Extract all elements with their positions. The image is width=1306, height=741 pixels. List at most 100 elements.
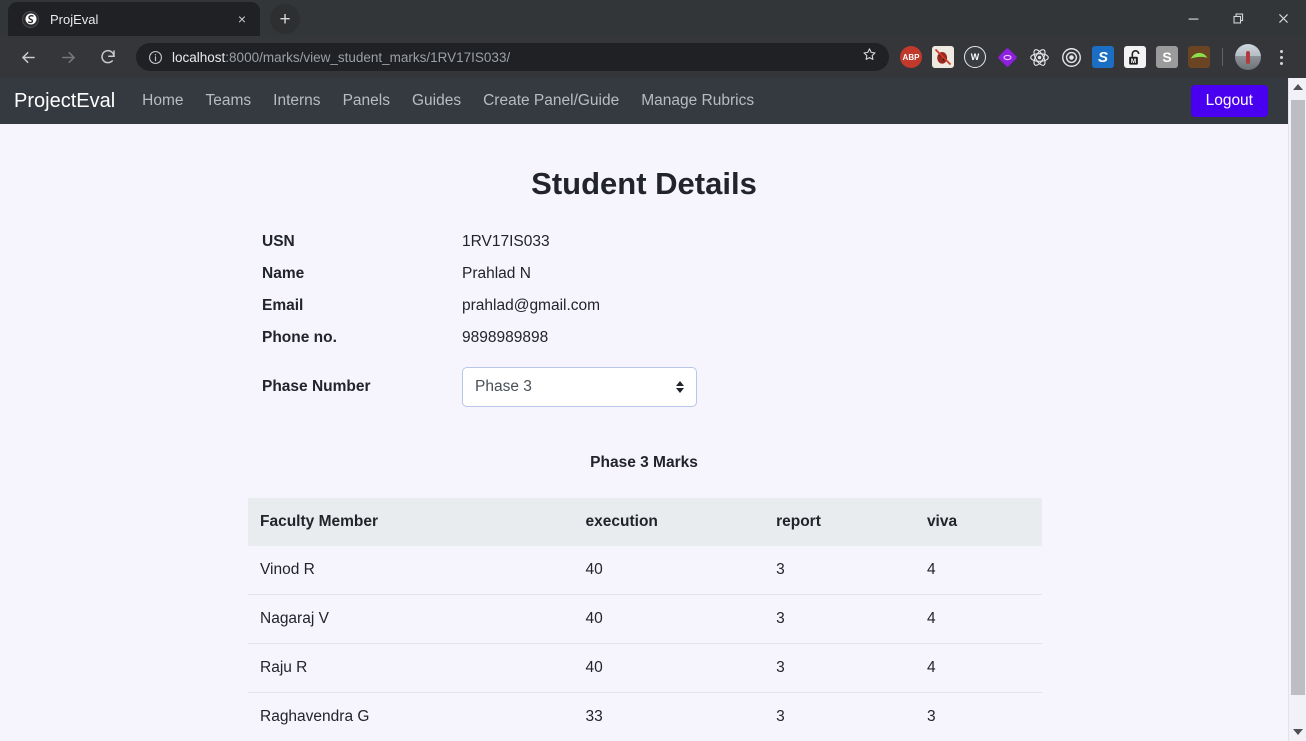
- tab-strip: ProjEval × +: [0, 0, 1306, 36]
- column-header-report: report: [764, 498, 915, 546]
- marks-table-head: Faculty Member execution report viva: [248, 498, 1042, 546]
- table-row: Raju R 40 3 4: [248, 643, 1042, 693]
- page-viewport: ProjectEval Home Teams Interns Panels Gu…: [0, 78, 1306, 741]
- nav-item-manage-rubrics[interactable]: Manage Rubrics: [630, 88, 765, 114]
- browser-tab[interactable]: ProjEval ×: [8, 2, 260, 36]
- phase-select[interactable]: Phase 3: [462, 367, 697, 407]
- url-text: localhost:8000/marks/view_student_marks/…: [172, 50, 510, 65]
- cell-report: 3: [776, 561, 785, 578]
- globe-icon: [22, 10, 39, 28]
- cell-report: 3: [764, 594, 915, 644]
- page-content: Student Details USN 1RV17IS033 Name Prah…: [0, 166, 1306, 741]
- phase-select-value: Phase 3: [475, 378, 532, 395]
- detail-value-usn: 1RV17IS033: [462, 233, 550, 250]
- detail-row-phone: Phone no. 9898989898: [262, 322, 1306, 354]
- student-details-list: USN 1RV17IS033 Name Prahlad N Email prah…: [0, 226, 1306, 354]
- cell-faculty: Nagaraj V: [248, 594, 574, 644]
- cell-viva: 4: [926, 561, 936, 578]
- scroll-down-icon[interactable]: [1289, 723, 1306, 741]
- cell-execution: 40: [585, 561, 603, 578]
- detail-row-name: Name Prahlad N: [262, 258, 1306, 290]
- detail-label-email: Email: [262, 297, 304, 314]
- window-controls: [1171, 0, 1306, 36]
- page-title: Student Details: [531, 166, 757, 201]
- nav-item-guides[interactable]: Guides: [401, 88, 472, 114]
- scrollbar-thumb[interactable]: [1290, 100, 1305, 695]
- logout-button[interactable]: Logout: [1190, 85, 1268, 117]
- nav-item-home[interactable]: Home: [131, 88, 194, 114]
- new-tab-button[interactable]: +: [270, 4, 300, 34]
- minimize-icon[interactable]: [1171, 0, 1216, 36]
- atom-science-icon[interactable]: [1028, 46, 1050, 68]
- cell-faculty: Raghavendra G: [248, 692, 574, 741]
- detail-value-email: prahlad@gmail.com: [462, 297, 601, 314]
- scrollbar-track[interactable]: [1289, 96, 1306, 723]
- reload-icon[interactable]: [93, 42, 123, 72]
- avatar[interactable]: [1235, 44, 1261, 70]
- nav-links: Home Teams Interns Panels Guides Create …: [131, 88, 765, 114]
- table-row: Nagaraj V 40 3 4: [248, 594, 1042, 644]
- chevron-updown-icon: [676, 381, 684, 393]
- toolbar-divider: [1222, 48, 1223, 66]
- bug-blocker-icon[interactable]: [932, 46, 954, 68]
- bookmark-star-icon[interactable]: [856, 47, 883, 67]
- detail-label-name: Name: [262, 265, 305, 282]
- target-circle-icon[interactable]: [1060, 46, 1082, 68]
- phase-number-label: Phase Number: [262, 378, 371, 395]
- cell-viva: 4: [914, 643, 1042, 693]
- forward-arrow-icon[interactable]: [53, 42, 83, 72]
- cell-report: 3: [764, 692, 915, 741]
- close-icon[interactable]: ×: [232, 9, 252, 29]
- marks-table-wrapper: Faculty Member execution report viva Vin…: [0, 498, 1306, 741]
- green-leaf-icon[interactable]: [1188, 46, 1210, 68]
- info-circle-icon[interactable]: [148, 50, 163, 65]
- adblock-plus-icon[interactable]: ABP: [900, 46, 922, 68]
- cell-report: 3: [764, 643, 915, 693]
- column-header-viva: viva: [914, 498, 1042, 546]
- cell-execution: 40: [573, 594, 765, 644]
- detail-value-phone: 9898989898: [462, 329, 549, 346]
- table-row: Raghavendra G 33 3 3: [248, 692, 1042, 741]
- url-path: :8000/marks/view_student_marks/1RV17IS03…: [225, 49, 511, 65]
- grammar-icon[interactable]: S: [1156, 46, 1178, 68]
- detail-value-name: Prahlad N: [462, 265, 531, 282]
- nav-item-panels[interactable]: Panels: [332, 88, 401, 114]
- tab-title: ProjEval: [50, 11, 99, 27]
- table-row: Vinod R 40 3 4: [248, 546, 1042, 595]
- cell-execution: 40: [573, 643, 765, 693]
- extension-icons: ABP W S M S: [895, 44, 1298, 70]
- cell-viva: 3: [914, 692, 1042, 741]
- unlocked-padlock-icon[interactable]: M: [1124, 46, 1146, 68]
- page-scrollbar[interactable]: [1288, 78, 1306, 741]
- back-arrow-icon[interactable]: [13, 42, 43, 72]
- table-header-row: Faculty Member execution report viva: [248, 498, 1042, 546]
- purple-diamond-icon[interactable]: [996, 46, 1018, 68]
- scroll-up-icon[interactable]: [1289, 78, 1306, 96]
- detail-row-email: Email prahlad@gmail.com: [262, 290, 1306, 322]
- nav-item-teams[interactable]: Teams: [195, 88, 263, 114]
- svg-text:M: M: [1130, 58, 1135, 65]
- column-header-faculty: Faculty Member: [248, 498, 574, 546]
- cell-faculty: Raju R: [248, 643, 574, 693]
- cell-viva: 4: [914, 594, 1042, 644]
- brand-logo[interactable]: ProjectEval: [14, 90, 115, 113]
- scribd-icon[interactable]: S: [1092, 46, 1114, 68]
- browser-window: ProjEval × + localhost:8000/marks/view_s…: [0, 0, 1306, 741]
- marks-table: Faculty Member execution report viva Vin…: [248, 498, 1042, 741]
- address-bar[interactable]: localhost:8000/marks/view_student_marks/…: [136, 43, 889, 71]
- window-close-icon[interactable]: [1261, 0, 1306, 36]
- phase-number-row: Phase Number Phase 3: [0, 367, 1306, 407]
- nav-item-interns[interactable]: Interns: [262, 88, 331, 114]
- wikiwand-icon[interactable]: W: [964, 46, 986, 68]
- restore-icon[interactable]: [1216, 0, 1261, 36]
- browser-toolbar: localhost:8000/marks/view_student_marks/…: [0, 36, 1306, 78]
- site-navbar: ProjectEval Home Teams Interns Panels Gu…: [0, 78, 1306, 124]
- url-host: localhost: [172, 49, 226, 65]
- three-dot-menu-icon[interactable]: [1268, 49, 1294, 65]
- detail-label-phone: Phone no.: [262, 329, 337, 346]
- detail-label-usn: USN: [262, 233, 295, 250]
- cell-faculty: Vinod R: [260, 561, 315, 578]
- nav-item-create-panel-guide[interactable]: Create Panel/Guide: [472, 88, 630, 114]
- cell-execution: 33: [573, 692, 765, 741]
- marks-table-body: Vinod R 40 3 4 Nagaraj V 40 3 4 Raju R 4…: [248, 546, 1042, 741]
